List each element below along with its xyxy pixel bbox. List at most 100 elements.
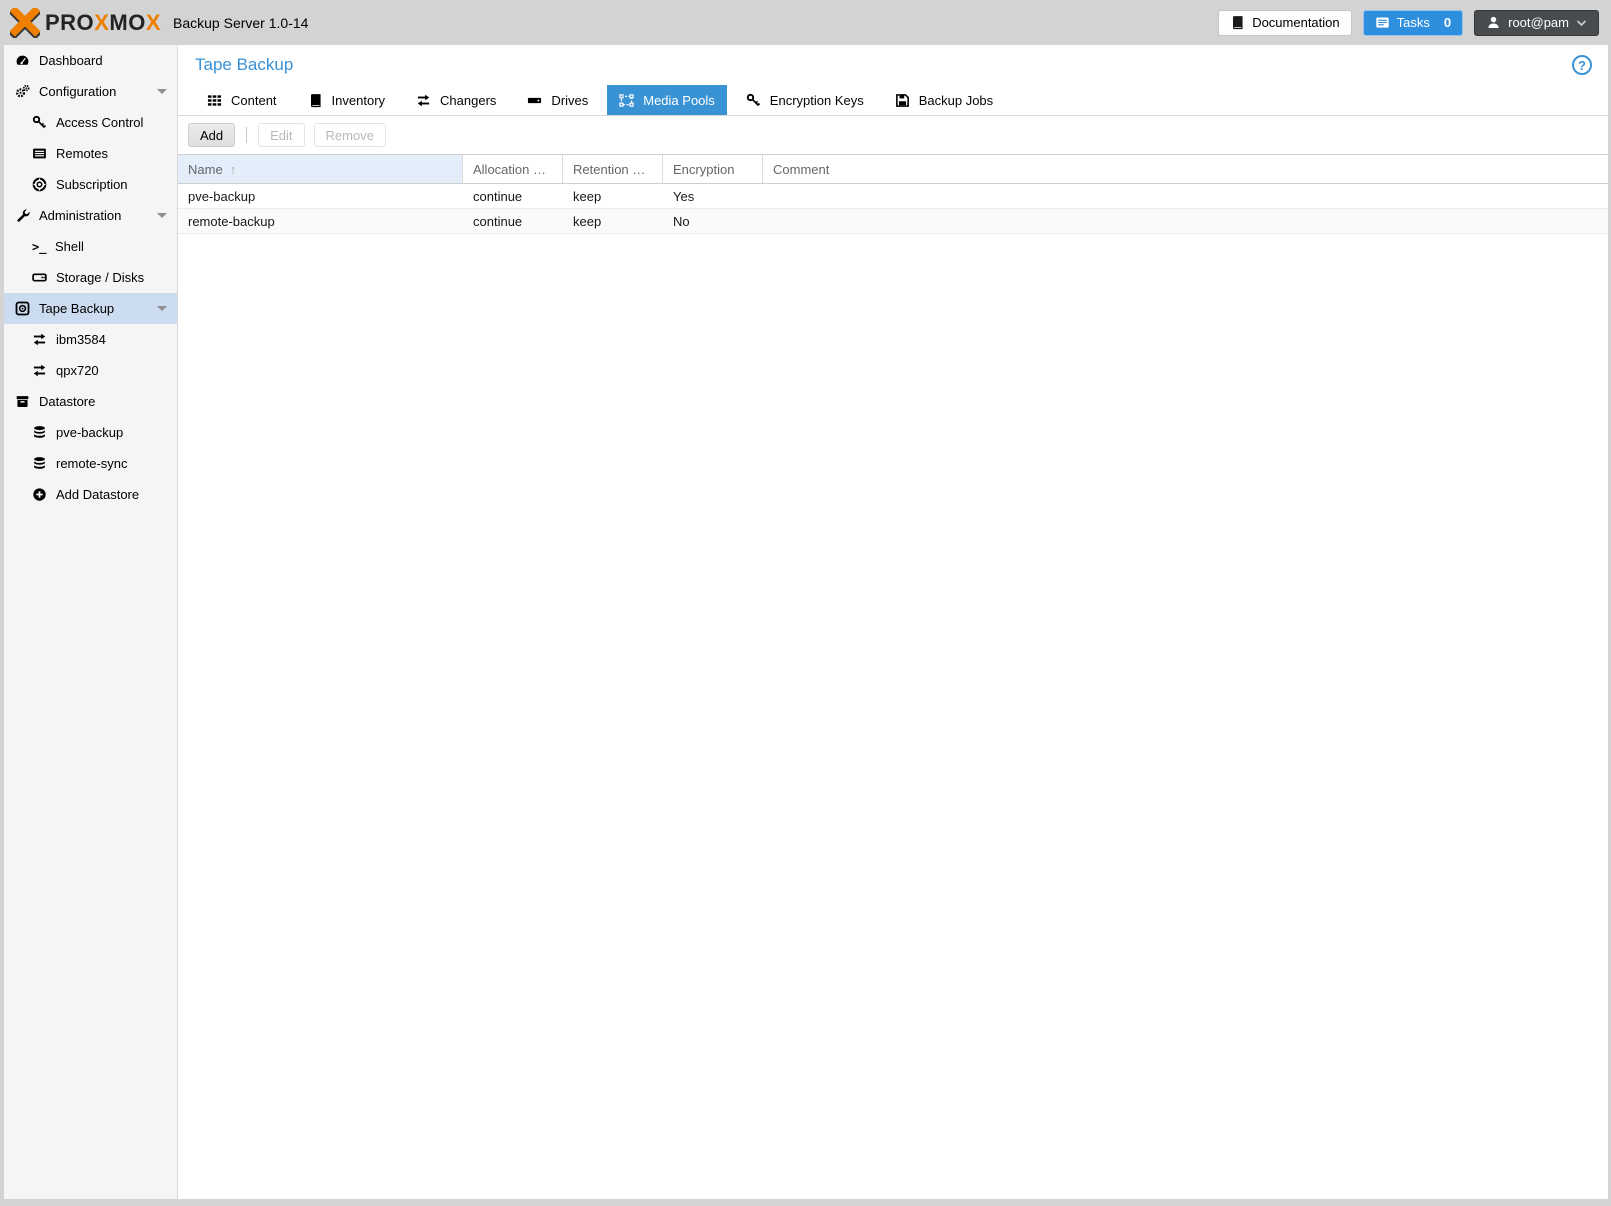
sidebar-item-label: Datastore bbox=[39, 394, 95, 409]
chevron-down-icon bbox=[1576, 19, 1587, 27]
grid-icon bbox=[207, 93, 222, 108]
documentation-button[interactable]: Documentation bbox=[1218, 10, 1351, 36]
top-bar: PROXMOX Backup Server 1.0-14 Documentati… bbox=[0, 0, 1611, 45]
remove-button[interactable]: Remove bbox=[314, 123, 386, 147]
tab-label: Backup Jobs bbox=[919, 93, 993, 108]
tab-content[interactable]: Content bbox=[195, 85, 289, 115]
drive-icon bbox=[527, 93, 542, 108]
table-row[interactable]: remote-backup continue keep No bbox=[178, 209, 1608, 234]
main-panel: Tape Backup ? Content Inventory bbox=[178, 45, 1608, 1199]
sidebar-item-label: Configuration bbox=[39, 84, 116, 99]
cell-name: remote-backup bbox=[178, 214, 463, 229]
archive-box-icon bbox=[15, 394, 30, 409]
sidebar-item-label: remote-sync bbox=[56, 456, 128, 471]
tab-label: Encryption Keys bbox=[770, 93, 864, 108]
column-label: Encryption bbox=[673, 162, 734, 177]
key-icon bbox=[32, 115, 47, 130]
task-list-icon bbox=[1375, 15, 1390, 30]
proxmox-wordmark: PROXMOX bbox=[45, 10, 161, 36]
list-icon bbox=[32, 146, 47, 161]
column-header-encryption[interactable]: Encryption bbox=[663, 155, 763, 183]
database-icon bbox=[32, 456, 47, 471]
sidebar-item-configuration[interactable]: Configuration bbox=[4, 76, 177, 107]
sidebar-item-qpx720[interactable]: qpx720 bbox=[4, 355, 177, 386]
sidebar-item-dashboard[interactable]: Dashboard bbox=[4, 45, 177, 76]
object-group-icon bbox=[619, 93, 634, 108]
sidebar-item-pve-backup[interactable]: pve-backup bbox=[4, 417, 177, 448]
sidebar-item-label: ibm3584 bbox=[56, 332, 106, 347]
cell-name: pve-backup bbox=[178, 189, 463, 204]
hdd-icon bbox=[32, 270, 47, 285]
tab-label: Inventory bbox=[332, 93, 385, 108]
tab-changers[interactable]: Changers bbox=[404, 85, 508, 115]
wrench-icon bbox=[15, 208, 30, 223]
cell-retention: keep bbox=[563, 214, 663, 229]
tab-label: Drives bbox=[551, 93, 588, 108]
caret-down-icon[interactable] bbox=[157, 306, 167, 311]
column-header-comment[interactable]: Comment bbox=[763, 155, 1608, 183]
exchange-icon bbox=[32, 332, 47, 347]
support-ring-icon bbox=[32, 177, 47, 192]
column-header-name[interactable]: Name ↑ bbox=[178, 155, 463, 183]
cell-retention: keep bbox=[563, 189, 663, 204]
sidebar-item-shell[interactable]: >_ Shell bbox=[4, 231, 177, 262]
sidebar-item-ibm3584[interactable]: ibm3584 bbox=[4, 324, 177, 355]
sidebar-item-label: Remotes bbox=[56, 146, 108, 161]
column-label: Comment bbox=[773, 162, 829, 177]
sort-asc-icon: ↑ bbox=[230, 162, 237, 177]
tab-drives[interactable]: Drives bbox=[515, 85, 600, 115]
sidebar-item-label: Subscription bbox=[56, 177, 128, 192]
proxmox-logo[interactable]: PROXMOX bbox=[10, 8, 161, 38]
plus-circle-icon bbox=[32, 487, 47, 502]
sidebar-item-label: Shell bbox=[55, 239, 84, 254]
tab-bar: Content Inventory Changers bbox=[178, 85, 1608, 116]
sidebar-item-label: Add Datastore bbox=[56, 487, 139, 502]
column-header-retention[interactable]: Retention … bbox=[563, 155, 663, 183]
sidebar-item-label: Access Control bbox=[56, 115, 143, 130]
sidebar-item-label: Dashboard bbox=[39, 53, 103, 68]
user-menu-button[interactable]: root@pam bbox=[1474, 10, 1599, 36]
column-header-allocation[interactable]: Allocation … bbox=[463, 155, 563, 183]
proxmox-x-icon bbox=[10, 8, 40, 38]
sidebar-item-storage-disks[interactable]: Storage / Disks bbox=[4, 262, 177, 293]
tab-label: Changers bbox=[440, 93, 496, 108]
sidebar-item-remote-sync[interactable]: remote-sync bbox=[4, 448, 177, 479]
user-label: root@pam bbox=[1508, 15, 1569, 30]
floppy-icon bbox=[895, 93, 910, 108]
sidebar-item-access-control[interactable]: Access Control bbox=[4, 107, 177, 138]
help-icon[interactable]: ? bbox=[1572, 55, 1592, 75]
toolbar-separator bbox=[246, 127, 247, 143]
table-row[interactable]: pve-backup continue keep Yes bbox=[178, 184, 1608, 209]
table-header: Name ↑ Allocation … Retention … Encrypti… bbox=[178, 155, 1608, 184]
page-title: Tape Backup bbox=[195, 55, 293, 75]
sidebar-item-label: Administration bbox=[39, 208, 121, 223]
cell-encryption: No bbox=[663, 214, 763, 229]
sidebar-item-remotes[interactable]: Remotes bbox=[4, 138, 177, 169]
book-icon bbox=[308, 93, 323, 108]
tab-backup-jobs[interactable]: Backup Jobs bbox=[883, 85, 1005, 115]
sidebar-item-add-datastore[interactable]: Add Datastore bbox=[4, 479, 177, 510]
grid-toolbar: Add Edit Remove bbox=[178, 116, 1608, 155]
cell-encryption: Yes bbox=[663, 189, 763, 204]
tab-inventory[interactable]: Inventory bbox=[296, 85, 397, 115]
sidebar-item-subscription[interactable]: Subscription bbox=[4, 169, 177, 200]
sidebar-item-tape-backup[interactable]: Tape Backup bbox=[4, 293, 177, 324]
sidebar-item-label: Tape Backup bbox=[39, 301, 114, 316]
tab-encryption-keys[interactable]: Encryption Keys bbox=[734, 85, 876, 115]
book-icon bbox=[1230, 15, 1245, 30]
sidebar-item-label: pve-backup bbox=[56, 425, 123, 440]
column-label: Name bbox=[188, 162, 223, 177]
edit-button[interactable]: Edit bbox=[258, 123, 304, 147]
caret-down-icon[interactable] bbox=[157, 213, 167, 218]
caret-down-icon[interactable] bbox=[157, 89, 167, 94]
sidebar-item-label: qpx720 bbox=[56, 363, 99, 378]
tape-icon bbox=[15, 301, 30, 316]
sidebar-item-datastore[interactable]: Datastore bbox=[4, 386, 177, 417]
key-icon bbox=[746, 93, 761, 108]
tasks-button[interactable]: Tasks 0 bbox=[1363, 10, 1463, 36]
tab-media-pools[interactable]: Media Pools bbox=[607, 85, 727, 115]
database-icon bbox=[32, 425, 47, 440]
tasks-count-badge: 0 bbox=[1444, 15, 1451, 30]
sidebar-item-administration[interactable]: Administration bbox=[4, 200, 177, 231]
add-button[interactable]: Add bbox=[188, 123, 235, 147]
